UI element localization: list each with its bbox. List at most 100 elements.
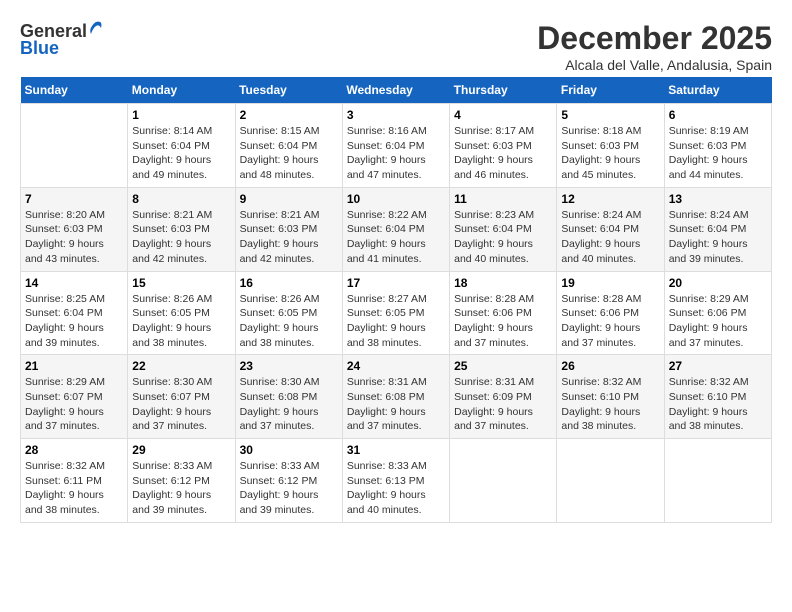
weekday-header-tuesday: Tuesday — [235, 77, 342, 104]
calendar-cell: 30 Sunrise: 8:33 AM Sunset: 6:12 PM Dayli… — [235, 439, 342, 523]
day-number: 18 — [454, 276, 552, 290]
day-info: Sunrise: 8:19 AM Sunset: 6:03 PM Dayligh… — [669, 124, 767, 183]
day-info: Sunrise: 8:14 AM Sunset: 6:04 PM Dayligh… — [132, 124, 230, 183]
calendar-cell: 28Sunrise: 8:32 AM Sunset: 6:11 PM Dayli… — [21, 439, 128, 523]
day-number: 14 — [25, 276, 123, 290]
day-info: Sunrise: 8:23 AM Sunset: 6:04 PM Dayligh… — [454, 208, 552, 267]
day-info: Sunrise: 8:20 AM Sunset: 6:03 PM Dayligh… — [25, 208, 123, 267]
calendar-cell: 5 Sunrise: 8:18 AM Sunset: 6:03 PM Daylig… — [557, 104, 664, 188]
calendar-cell: 20Sunrise: 8:29 AM Sunset: 6:06 PM Dayli… — [664, 271, 771, 355]
day-number: 5 — [561, 108, 659, 122]
day-number: 30 — [240, 443, 338, 457]
weekday-header-sunday: Sunday — [21, 77, 128, 104]
calendar-cell: 4 Sunrise: 8:17 AM Sunset: 6:03 PM Daylig… — [450, 104, 557, 188]
day-info: Sunrise: 8:28 AM Sunset: 6:06 PM Dayligh… — [454, 292, 552, 351]
day-number: 3 — [347, 108, 445, 122]
calendar-cell: 6 Sunrise: 8:19 AM Sunset: 6:03 PM Daylig… — [664, 104, 771, 188]
calendar-week-4: 21 Sunrise: 8:29 AM Sunset: 6:07 PM Dayli… — [21, 355, 772, 439]
day-info: Sunrise: 8:29 AM Sunset: 6:07 PM Dayligh… — [25, 375, 123, 434]
weekday-header-saturday: Saturday — [664, 77, 771, 104]
day-number: 17 — [347, 276, 445, 290]
day-number: 2 — [240, 108, 338, 122]
calendar-cell: 10 Sunrise: 8:22 AM Sunset: 6:04 PM Dayli… — [342, 187, 449, 271]
day-info: Sunrise: 8:27 AM Sunset: 6:05 PM Dayligh… — [347, 292, 445, 351]
day-info: Sunrise: 8:21 AM Sunset: 6:03 PM Dayligh… — [132, 208, 230, 267]
calendar-cell: 31 Sunrise: 8:33 AM Sunset: 6:13 PM Dayli… — [342, 439, 449, 523]
day-number: 19 — [561, 276, 659, 290]
calendar-cell: 1 Sunrise: 8:14 AM Sunset: 6:04 PM Daylig… — [128, 104, 235, 188]
calendar-cell — [21, 104, 128, 188]
day-number: 6 — [669, 108, 767, 122]
calendar-cell — [664, 439, 771, 523]
calendar-cell: 27 Sunrise: 8:32 AM Sunset: 6:10 PM Dayli… — [664, 355, 771, 439]
day-number: 31 — [347, 443, 445, 457]
calendar-cell: 26Sunrise: 8:32 AM Sunset: 6:10 PM Dayli… — [557, 355, 664, 439]
page-header: General Blue December 2025 Alcala del Va… — [20, 20, 772, 73]
day-number: 1 — [132, 108, 230, 122]
day-info: Sunrise: 8:24 AM Sunset: 6:04 PM Dayligh… — [561, 208, 659, 267]
day-number: 15 — [132, 276, 230, 290]
day-number: 26 — [561, 359, 659, 373]
weekday-header-friday: Friday — [557, 77, 664, 104]
day-number: 10 — [347, 192, 445, 206]
calendar-cell: 29Sunrise: 8:33 AM Sunset: 6:12 PM Dayli… — [128, 439, 235, 523]
logo: General Blue — [20, 20, 103, 59]
day-info: Sunrise: 8:18 AM Sunset: 6:03 PM Dayligh… — [561, 124, 659, 183]
day-number: 11 — [454, 192, 552, 206]
day-number: 4 — [454, 108, 552, 122]
day-info: Sunrise: 8:31 AM Sunset: 6:08 PM Dayligh… — [347, 375, 445, 434]
day-info: Sunrise: 8:28 AM Sunset: 6:06 PM Dayligh… — [561, 292, 659, 351]
calendar-cell: 15Sunrise: 8:26 AM Sunset: 6:05 PM Dayli… — [128, 271, 235, 355]
calendar-cell: 21 Sunrise: 8:29 AM Sunset: 6:07 PM Dayli… — [21, 355, 128, 439]
calendar-cell: 19 Sunrise: 8:28 AM Sunset: 6:06 PM Dayli… — [557, 271, 664, 355]
weekday-header-wednesday: Wednesday — [342, 77, 449, 104]
day-number: 27 — [669, 359, 767, 373]
title-block: December 2025 Alcala del Valle, Andalusi… — [537, 20, 772, 73]
day-info: Sunrise: 8:24 AM Sunset: 6:04 PM Dayligh… — [669, 208, 767, 267]
weekday-header-thursday: Thursday — [450, 77, 557, 104]
calendar-cell: 13 Sunrise: 8:24 AM Sunset: 6:04 PM Dayli… — [664, 187, 771, 271]
calendar-cell: 18 Sunrise: 8:28 AM Sunset: 6:06 PM Dayli… — [450, 271, 557, 355]
day-number: 23 — [240, 359, 338, 373]
day-info: Sunrise: 8:33 AM Sunset: 6:13 PM Dayligh… — [347, 459, 445, 518]
calendar-cell: 8 Sunrise: 8:21 AM Sunset: 6:03 PM Daylig… — [128, 187, 235, 271]
day-number: 22 — [132, 359, 230, 373]
day-number: 13 — [669, 192, 767, 206]
day-info: Sunrise: 8:31 AM Sunset: 6:09 PM Dayligh… — [454, 375, 552, 434]
day-number: 21 — [25, 359, 123, 373]
location-subtitle: Alcala del Valle, Andalusia, Spain — [537, 57, 772, 73]
calendar-cell: 24 Sunrise: 8:31 AM Sunset: 6:08 PM Dayli… — [342, 355, 449, 439]
day-number: 7 — [25, 192, 123, 206]
day-number: 8 — [132, 192, 230, 206]
calendar-cell: 12 Sunrise: 8:24 AM Sunset: 6:04 PM Dayli… — [557, 187, 664, 271]
calendar-week-5: 28Sunrise: 8:32 AM Sunset: 6:11 PM Dayli… — [21, 439, 772, 523]
day-number: 24 — [347, 359, 445, 373]
calendar-cell: 3 Sunrise: 8:16 AM Sunset: 6:04 PM Daylig… — [342, 104, 449, 188]
day-info: Sunrise: 8:30 AM Sunset: 6:07 PM Dayligh… — [132, 375, 230, 434]
day-number: 9 — [240, 192, 338, 206]
calendar-cell: 25Sunrise: 8:31 AM Sunset: 6:09 PM Dayli… — [450, 355, 557, 439]
calendar-cell: 17 Sunrise: 8:27 AM Sunset: 6:05 PM Dayli… — [342, 271, 449, 355]
calendar-cell — [557, 439, 664, 523]
day-info: Sunrise: 8:26 AM Sunset: 6:05 PM Dayligh… — [240, 292, 338, 351]
day-info: Sunrise: 8:32 AM Sunset: 6:10 PM Dayligh… — [669, 375, 767, 434]
day-info: Sunrise: 8:30 AM Sunset: 6:08 PM Dayligh… — [240, 375, 338, 434]
logo-bird-icon — [89, 20, 103, 42]
day-number: 12 — [561, 192, 659, 206]
month-title: December 2025 — [537, 20, 772, 57]
day-info: Sunrise: 8:21 AM Sunset: 6:03 PM Dayligh… — [240, 208, 338, 267]
day-info: Sunrise: 8:17 AM Sunset: 6:03 PM Dayligh… — [454, 124, 552, 183]
calendar-cell: 23 Sunrise: 8:30 AM Sunset: 6:08 PM Dayli… — [235, 355, 342, 439]
day-info: Sunrise: 8:22 AM Sunset: 6:04 PM Dayligh… — [347, 208, 445, 267]
calendar-cell — [450, 439, 557, 523]
day-info: Sunrise: 8:33 AM Sunset: 6:12 PM Dayligh… — [240, 459, 338, 518]
day-number: 29 — [132, 443, 230, 457]
calendar-cell: 14 Sunrise: 8:25 AM Sunset: 6:04 PM Dayli… — [21, 271, 128, 355]
calendar-cell: 11 Sunrise: 8:23 AM Sunset: 6:04 PM Dayli… — [450, 187, 557, 271]
day-info: Sunrise: 8:25 AM Sunset: 6:04 PM Dayligh… — [25, 292, 123, 351]
day-number: 20 — [669, 276, 767, 290]
day-info: Sunrise: 8:16 AM Sunset: 6:04 PM Dayligh… — [347, 124, 445, 183]
calendar-week-2: 7 Sunrise: 8:20 AM Sunset: 6:03 PM Daylig… — [21, 187, 772, 271]
weekday-header-monday: Monday — [128, 77, 235, 104]
calendar-cell: 16Sunrise: 8:26 AM Sunset: 6:05 PM Dayli… — [235, 271, 342, 355]
